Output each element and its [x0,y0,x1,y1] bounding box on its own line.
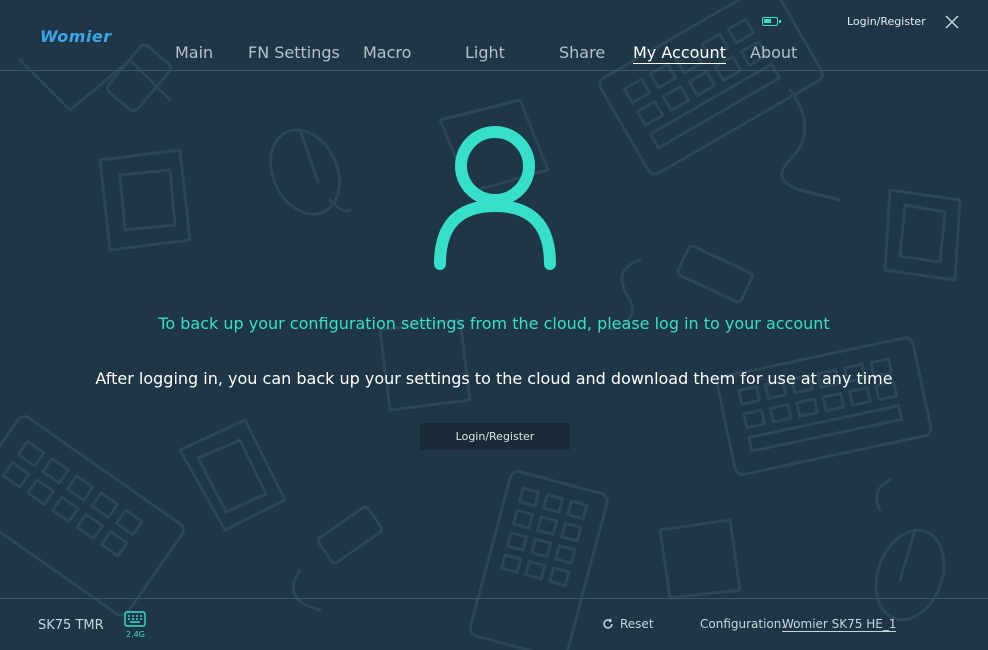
tab-share[interactable]: Share [559,43,605,62]
keyboard-icon[interactable] [124,611,146,627]
user-avatar-icon [434,126,556,270]
login-register-button[interactable]: Login/Register [420,423,570,450]
reset-button[interactable]: Reset [602,617,654,631]
tab-main[interactable]: Main [175,43,213,62]
login-info-message: After logging in, you can back up your s… [95,369,893,388]
reset-label: Reset [620,617,654,631]
configuration-selector[interactable]: Womier SK75 HE_1 [782,617,897,632]
reset-icon [603,618,613,629]
tab-my-account[interactable]: My Account [633,43,726,64]
close-icon[interactable] [943,13,961,31]
tab-fn-settings[interactable]: FN Settings [248,43,340,62]
battery-level [764,19,771,23]
connection-mode-label: 2.4G [126,630,145,639]
header-divider [0,70,988,71]
tab-light[interactable]: Light [465,43,505,62]
device-name: SK75 TMR [38,618,104,633]
tab-about[interactable]: About [750,43,797,62]
configuration-label: Configuration: [700,617,786,631]
header-login-link[interactable]: Login/Register [847,15,926,28]
footer-divider [0,598,988,599]
tab-macro[interactable]: Macro [363,43,411,62]
login-prompt-message: To back up your configuration settings f… [158,314,830,333]
battery-icon [762,17,781,26]
main-nav: Main FN Settings Macro Light Share My Ac… [0,43,988,65]
